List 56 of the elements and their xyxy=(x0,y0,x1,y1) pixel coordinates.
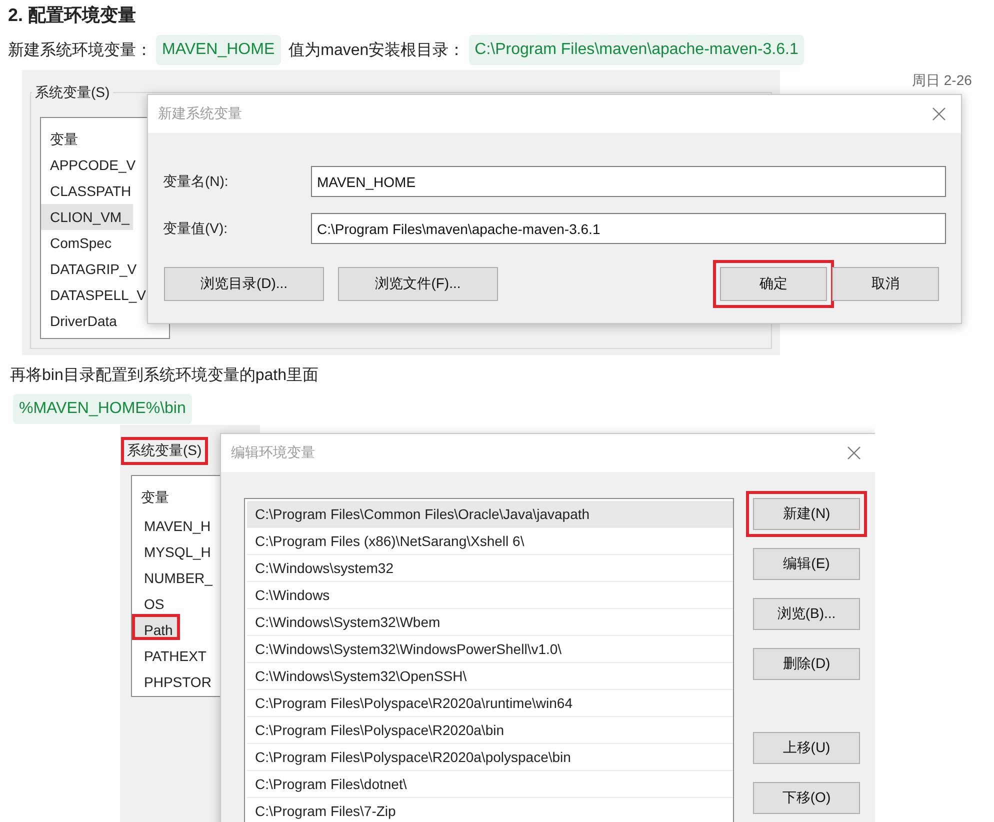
column-header: 变量 xyxy=(140,488,170,507)
directory-row[interactable]: C:\Program Files\Polyspace\R2020a\polyspace\bin xyxy=(247,744,733,771)
list-item[interactable]: APPCODE_V xyxy=(41,152,140,178)
field-label: 变量名(N): xyxy=(163,172,230,190)
directory-row[interactable]: C:\Program Files\Polyspace\R2020a\bin xyxy=(247,717,733,744)
directory-row[interactable]: C:\Windows\system32 xyxy=(247,555,733,582)
clock-text: 周日 2-26 xyxy=(912,72,972,90)
list-item[interactable]: NUMBER_ xyxy=(132,562,220,588)
dialog-title: 新建系统变量 xyxy=(158,105,242,123)
list-item[interactable]: CLASSPATH xyxy=(41,178,136,204)
directory-row[interactable]: C:\Windows\System32\OpenSSH\ xyxy=(247,663,733,690)
list-item[interactable]: MYSQL_H xyxy=(132,536,218,562)
directory-row[interactable]: C:\Windows\System32\Wbem xyxy=(247,609,733,636)
section-heading: 2. 配置环境变量 xyxy=(8,4,136,27)
directory-row[interactable]: C:\Program Files (x86)\NetSarang\Xshell 6\ xyxy=(247,528,733,555)
list-item[interactable]: CLION_VM_ xyxy=(41,204,134,230)
close-icon[interactable] xyxy=(931,106,947,122)
dialog-button[interactable]: 编辑(E) xyxy=(753,548,860,580)
group-label: 系统变量(S) xyxy=(121,437,208,465)
dialog-button[interactable]: 删除(D) xyxy=(753,648,860,680)
inline-code: C:\Program Files\maven\apache-maven-3.6.1 xyxy=(468,35,804,65)
list-item[interactable]: ComSpec xyxy=(41,230,116,256)
dialog-title: 编辑环境变量 xyxy=(231,444,315,462)
body-text: 值为maven安装根目录： xyxy=(288,40,465,60)
dialog-button[interactable]: 确定 xyxy=(720,267,827,301)
group-label: 系统变量(S) xyxy=(32,84,113,102)
list-item[interactable]: PATHEXT xyxy=(132,640,214,666)
inline-code: %MAVEN_HOME%\bin xyxy=(13,394,192,424)
inline-code: MAVEN_HOME xyxy=(156,35,281,65)
list-item[interactable]: DriverData xyxy=(41,308,121,334)
directory-row[interactable]: C:\Windows\System32\WindowsPowerShell\v1.0\ xyxy=(247,636,733,663)
dialog-button[interactable]: 新建(N) xyxy=(753,498,860,530)
list-item[interactable]: Path xyxy=(132,614,180,640)
directory-row[interactable]: C:\Program Files\Common Files\Oracle\Java\javapath xyxy=(247,501,733,528)
dialog-button[interactable]: 取消 xyxy=(832,267,939,301)
list-item[interactable]: OS xyxy=(132,588,172,614)
dialog-button[interactable]: 上移(U) xyxy=(753,732,860,764)
dialog-button[interactable]: 浏览文件(F)... xyxy=(338,267,498,301)
directory-row[interactable]: C:\Program Files\Polyspace\R2020a\runtime\win64 xyxy=(247,690,733,717)
directory-row[interactable]: C:\Program Files\7-Zip xyxy=(247,798,733,822)
dialog-button[interactable]: 下移(O) xyxy=(753,782,860,814)
list-item[interactable]: DATASPELL_V xyxy=(41,282,150,308)
input-field[interactable]: MAVEN_HOME xyxy=(311,166,946,197)
input-field[interactable]: C:\Program Files\maven\apache-maven-3.6.1 xyxy=(311,213,946,244)
close-icon[interactable] xyxy=(846,445,862,461)
directory-row[interactable]: C:\Program Files\dotnet\ xyxy=(247,771,733,798)
body-text: 新建系统环境变量： xyxy=(8,40,152,60)
list-item[interactable]: MAVEN_H xyxy=(132,510,218,536)
body-text: 再将bin目录配置到系统环境变量的path里面 xyxy=(10,366,318,386)
list-item[interactable]: PHPSTOR xyxy=(132,666,218,692)
directory-row[interactable]: C:\Windows xyxy=(247,582,733,609)
field-label: 变量值(V): xyxy=(163,220,229,238)
list-item[interactable]: DATAGRIP_V xyxy=(41,256,141,282)
column-header: 变量 xyxy=(49,130,79,149)
dialog-button[interactable]: 浏览目录(D)... xyxy=(164,267,324,301)
dialog-button[interactable]: 浏览(B)... xyxy=(753,598,860,630)
